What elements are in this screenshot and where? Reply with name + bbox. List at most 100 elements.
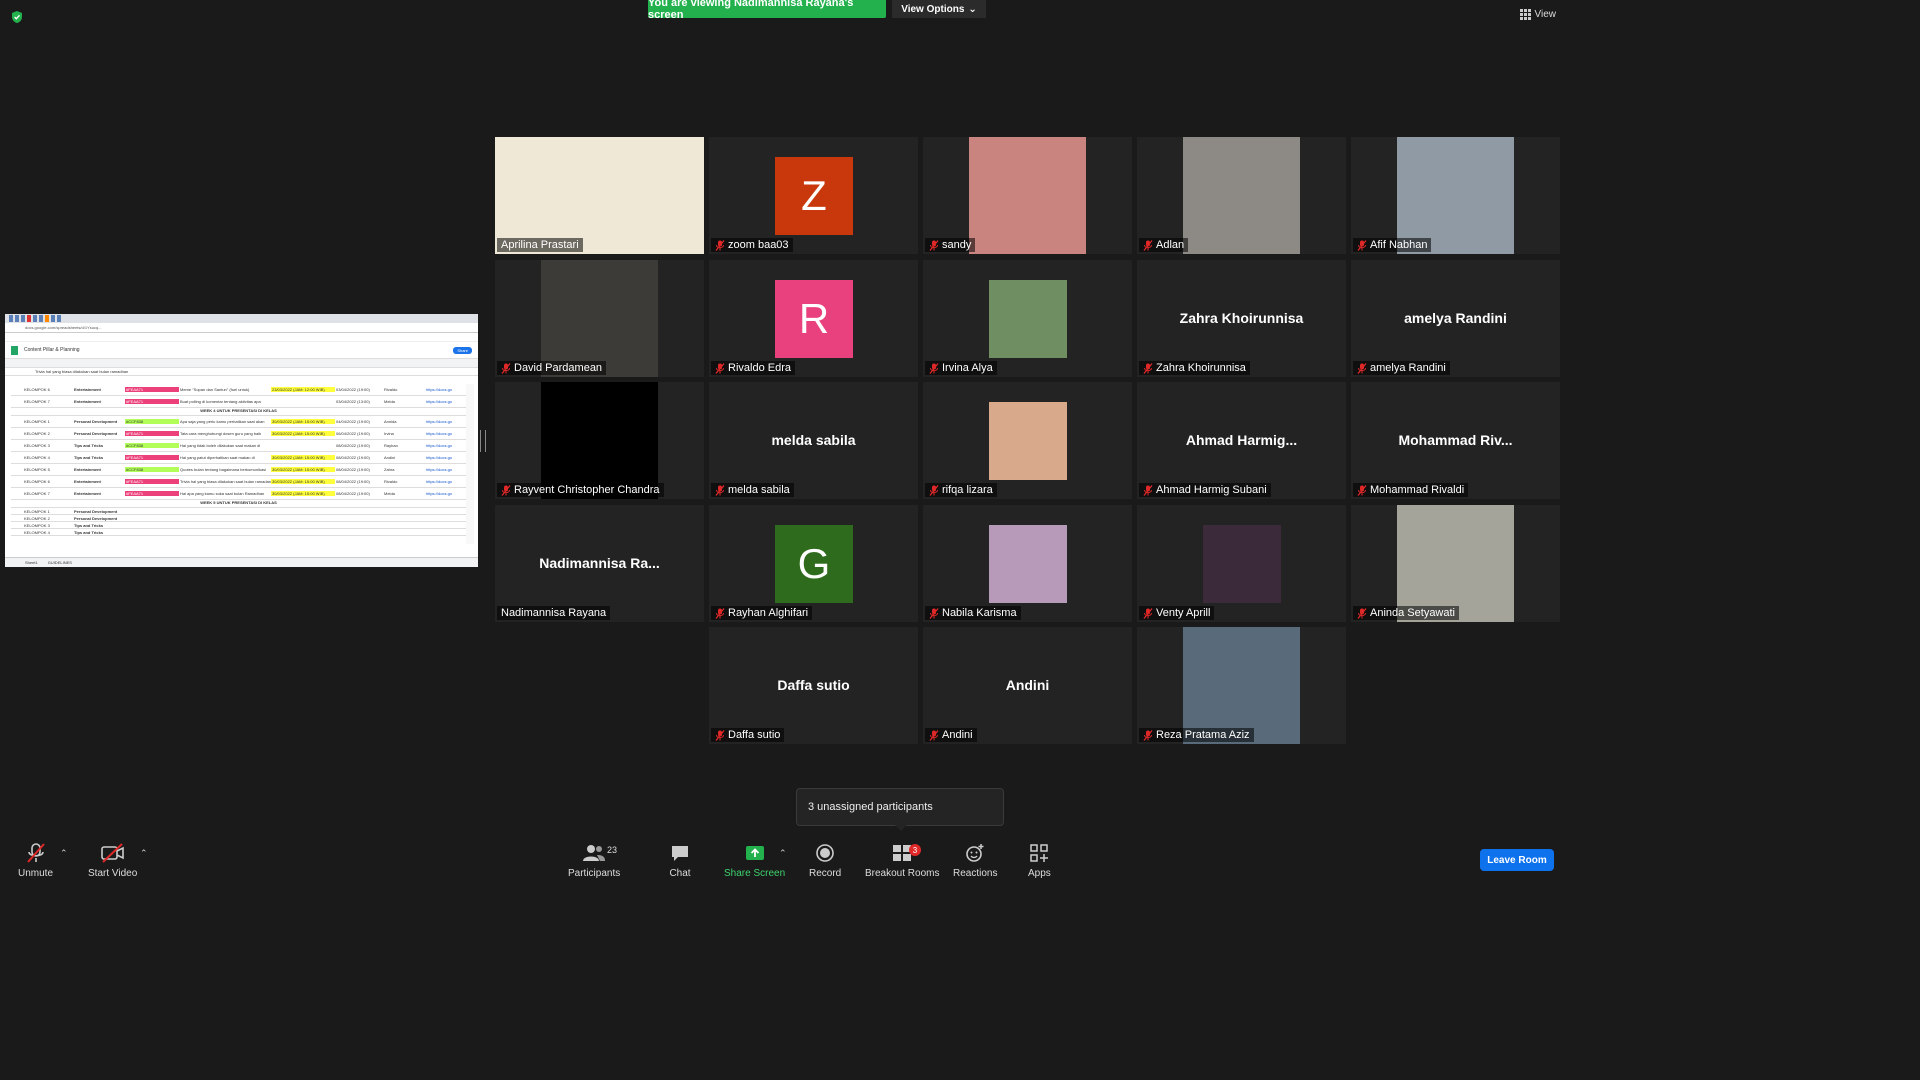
participant-name-tag: David Pardamean xyxy=(497,361,607,375)
view-options-label: View Options xyxy=(901,3,965,15)
muted-microphone-icon xyxy=(929,239,939,251)
participant-name-tag: Aprilina Prastari xyxy=(497,238,583,252)
sheet-cell: Melda xyxy=(384,399,395,404)
participant-tile[interactable]: Reza Pratama Aziz xyxy=(1137,627,1346,744)
sheet-row: KELOMPOK 7 Entertainment #FEAA71 Hal apa ya… xyxy=(11,488,466,500)
audio-options-caret[interactable]: ⌃ xyxy=(60,848,68,859)
participant-name-tag: Reza Pratama Aziz xyxy=(1139,728,1254,742)
participant-name-tag: Venty Aprill xyxy=(1139,606,1215,620)
share-screen-button[interactable]: Share Screen xyxy=(724,842,785,879)
reactions-icon xyxy=(964,842,986,864)
video-off-icon xyxy=(100,842,126,864)
chat-label: Chat xyxy=(669,868,691,879)
sheet-cell: KELOMPOK 4 xyxy=(24,455,50,460)
sheet-cell: 08/04/2022 (19:00) xyxy=(336,455,370,460)
split-view-divider[interactable] xyxy=(480,430,486,452)
muted-microphone-icon xyxy=(501,484,511,496)
participant-tile[interactable]: Zzoom baa03 xyxy=(709,137,918,254)
participant-video xyxy=(1397,505,1514,622)
sheet-cell: https://docs.go xyxy=(426,479,453,484)
record-button[interactable]: Record xyxy=(809,842,841,879)
participant-tile[interactable]: sandy xyxy=(923,137,1132,254)
sheet-cell: Apa saja yang perlu kamu perhatikan saat… xyxy=(180,419,265,424)
participant-video xyxy=(989,280,1067,358)
muted-microphone-icon xyxy=(1143,239,1153,251)
participant-tile[interactable]: Nadimannisa Ra... Nadimannisa Rayana xyxy=(495,505,704,622)
participant-name-tag: sandy xyxy=(925,238,976,252)
sheet-cell: 30/03/2022 (JAM: 15:00 WIB) xyxy=(271,491,335,496)
sheet-cell: #CCF838 xyxy=(125,467,179,472)
participant-tile[interactable]: Ahmad Harmig... Ahmad Harmig Subani xyxy=(1137,382,1346,499)
unmute-button[interactable]: Unmute xyxy=(18,842,53,879)
participant-name-tag: Nabila Karisma xyxy=(925,606,1021,620)
shared-screen[interactable]: docs.google.com/spreadsheets/d/1Ysucq...… xyxy=(5,314,478,567)
breakout-rooms-button[interactable]: Breakout Rooms xyxy=(865,842,939,879)
participant-name-tag: Nadimannisa Rayana xyxy=(497,606,611,620)
participant-tile[interactable]: Rayvent Christopher Chandra xyxy=(495,382,704,499)
reactions-button[interactable]: Reactions xyxy=(953,842,997,879)
participant-name: rifqa lizara xyxy=(942,484,993,496)
apps-icon xyxy=(1028,842,1050,864)
sheet-row: KELOMPOK 3 Tips and Tricks #CCF838 Hal yang… xyxy=(11,440,466,452)
unassigned-participants-popup[interactable]: 3 unassigned participants xyxy=(796,788,1004,831)
security-shield-icon[interactable] xyxy=(10,10,24,24)
sheet-cell: Entertainment xyxy=(74,479,101,484)
sheet-cell: Tata cara menghubungi dosen guru yang ba… xyxy=(180,431,262,436)
participant-tile[interactable]: Adlan xyxy=(1137,137,1346,254)
participant-tile[interactable]: Nabila Karisma xyxy=(923,505,1132,622)
sheet-cell: Entertainment xyxy=(74,467,101,472)
apps-button[interactable]: Apps xyxy=(1028,842,1051,879)
participant-tile[interactable]: Venty Aprill xyxy=(1137,505,1346,622)
participant-tile[interactable]: Mohammad Riv... Mohammad Rivaldi xyxy=(1351,382,1560,499)
view-button-label: View xyxy=(1534,9,1557,20)
participant-name: Rayvent Christopher Chandra xyxy=(514,484,660,496)
participant-name: amelya Randini xyxy=(1370,362,1446,374)
sheet-cell: https://docs.go xyxy=(426,431,453,436)
participant-video xyxy=(1183,137,1300,254)
participant-tile[interactable]: Afif Nabhan xyxy=(1351,137,1560,254)
participant-name: Andini xyxy=(942,729,973,741)
week-label-row: WEEK 4 UNTUK PRESENTASI DI KELAS xyxy=(11,408,466,416)
view-options-button[interactable]: View Options ⌄ xyxy=(892,0,986,18)
sheet-cell: KELOMPOK 4 xyxy=(24,529,50,535)
participant-tile[interactable]: Daffa sutio Daffa sutio xyxy=(709,627,918,744)
participant-name: David Pardamean xyxy=(514,362,603,374)
sheet-cell: Andini xyxy=(384,455,396,460)
sheet-cell: Buat polling di komentar tentang aktivit… xyxy=(180,399,261,404)
start-video-button[interactable]: Start Video xyxy=(88,842,137,879)
sheet-cell: Personal Development xyxy=(74,431,118,436)
sheet-cell: 06/04/2022 (19:00) xyxy=(336,431,370,436)
participant-name: melda sabila xyxy=(728,484,790,496)
participant-tile[interactable]: Aprilina Prastari xyxy=(495,137,704,254)
participant-tile[interactable]: amelya Randini amelya Randini xyxy=(1351,260,1560,377)
participant-tile[interactable]: Aninda Setyawati xyxy=(1351,505,1560,622)
participant-video xyxy=(1203,525,1281,603)
microphone-muted-icon xyxy=(25,842,47,864)
muted-microphone-icon xyxy=(1357,362,1367,374)
participant-tile[interactable]: Irvina Alya xyxy=(923,260,1132,377)
share-screen-label: Share Screen xyxy=(724,868,786,879)
sheet-row: KELOMPOK 3 Tips and Tricks xyxy=(11,522,466,529)
participant-tile[interactable]: G Rayhan Alghifari xyxy=(709,505,918,622)
sheet-cell: KELOMPOK 3 xyxy=(24,443,50,448)
viewing-screen-banner: You are viewing Nadimannisa Rayana's scr… xyxy=(648,0,886,21)
participant-tile[interactable]: Zahra Khoirunnisa Zahra Khoirunnisa xyxy=(1137,260,1346,377)
video-options-caret[interactable]: ⌃ xyxy=(140,848,148,859)
chat-button[interactable]: Chat xyxy=(669,842,691,879)
participants-icon xyxy=(582,842,606,864)
participant-name-tag: Andini xyxy=(925,728,977,742)
sheet-cell: KELOMPOK 2 xyxy=(24,431,50,436)
participant-tile[interactable]: Andini Andini xyxy=(923,627,1132,744)
share-options-caret[interactable]: ⌃ xyxy=(779,848,787,859)
sheet-row: KELOMPOK 7 Entertainment #FEAA71 Buat polli… xyxy=(11,396,466,408)
participant-tile[interactable]: R Rivaldo Edra xyxy=(709,260,918,377)
sheet-cell: KELOMPOK 6 xyxy=(24,479,50,484)
start-video-label: Start Video xyxy=(88,868,138,879)
participant-name: Venty Aprill xyxy=(1156,607,1211,619)
sheet-cell: KELOMPOK 7 xyxy=(24,491,50,496)
view-button[interactable]: View xyxy=(1519,9,1557,20)
leave-room-button[interactable]: Leave Room xyxy=(1480,849,1554,871)
participant-tile[interactable]: David Pardamean xyxy=(495,260,704,377)
participant-tile[interactable]: melda sabila melda sabila xyxy=(709,382,918,499)
participant-tile[interactable]: rifqa lizara xyxy=(923,382,1132,499)
